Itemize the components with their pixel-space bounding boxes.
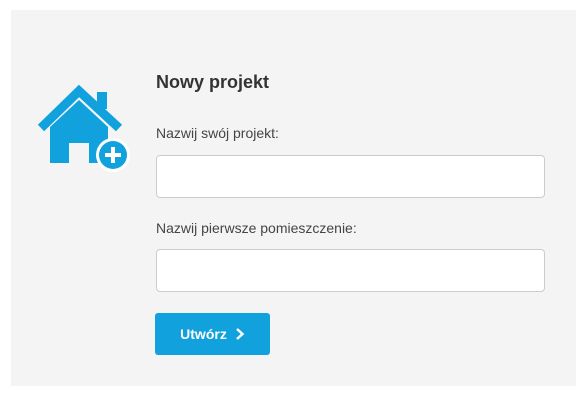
new-project-panel bbox=[11, 10, 576, 386]
room-name-input[interactable] bbox=[156, 249, 545, 292]
create-button-label: Utwórz bbox=[180, 326, 227, 342]
project-name-input[interactable] bbox=[156, 155, 545, 198]
form-title: Nowy projekt bbox=[156, 72, 270, 92]
house-add-icon bbox=[35, 83, 131, 173]
project-name-label: Nazwij swój projekt: bbox=[156, 125, 279, 141]
room-name-label: Nazwij pierwsze pomieszczenie: bbox=[156, 220, 357, 236]
create-button[interactable]: Utwórz bbox=[155, 313, 270, 355]
chevron-right-icon bbox=[235, 328, 245, 340]
